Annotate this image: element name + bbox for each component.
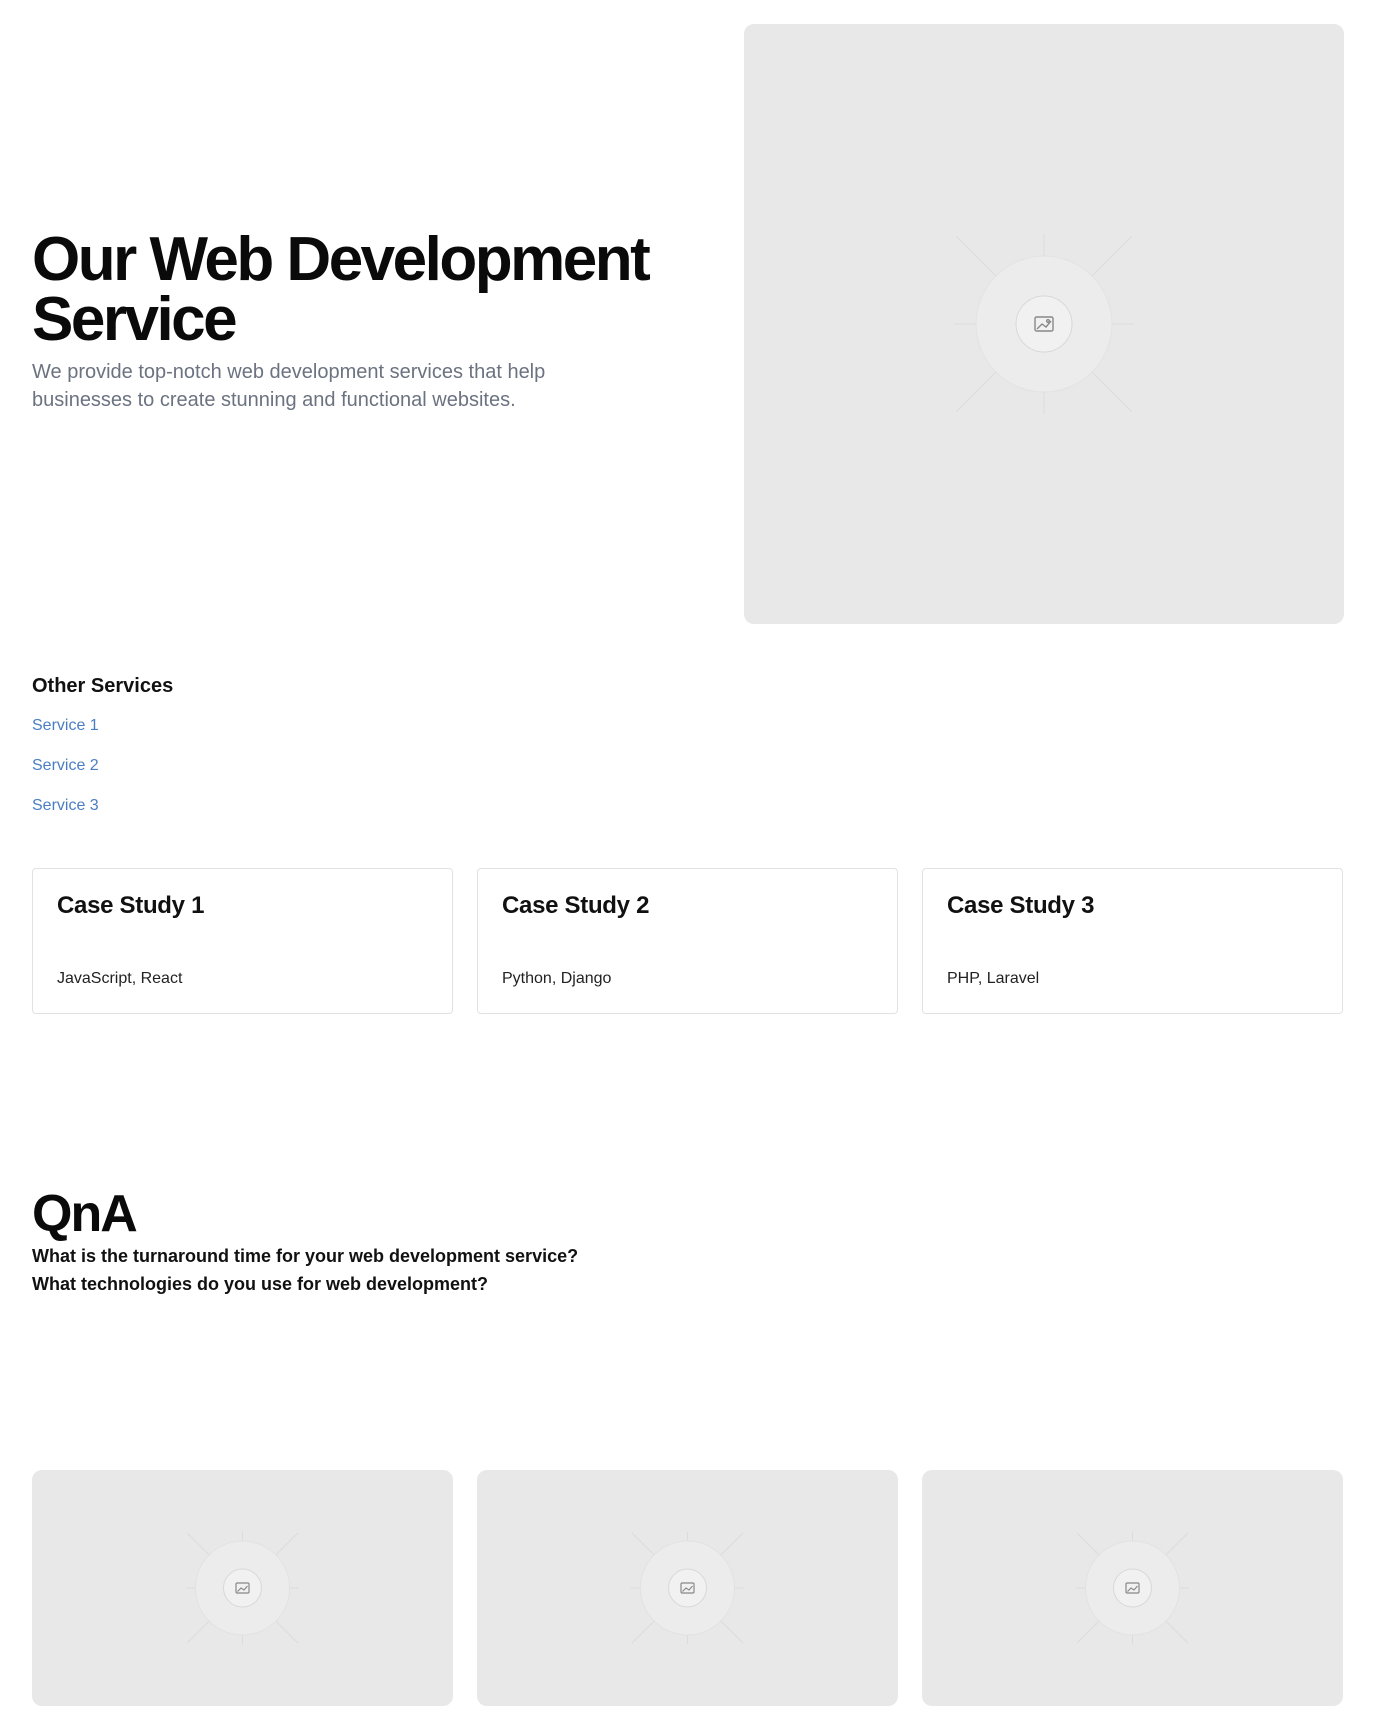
case-study-tech: PHP, Laravel: [947, 970, 1040, 987]
gallery-image-2: [477, 1470, 898, 1706]
case-study-title: Case Study 1: [57, 892, 205, 919]
image-placeholder-icon: [186, 1532, 299, 1644]
qna-title: QnA: [32, 1185, 138, 1243]
case-study-tech: Python, Django: [502, 970, 612, 987]
gallery-image-1: [32, 1470, 453, 1706]
case-study-card-1[interactable]: Case Study 1 JavaScript, React: [32, 868, 453, 1014]
hero-description: We provide top-notch web development ser…: [32, 361, 546, 411]
image-placeholder-icon: [631, 1532, 744, 1644]
case-study-card-2[interactable]: Case Study 2 Python, Django: [477, 868, 898, 1014]
qna-section: QnA What is the turnaround time for your…: [32, 1186, 832, 1298]
qna-question-1[interactable]: What is the turnaround time for your web…: [32, 1242, 832, 1270]
gallery-image-3: [922, 1470, 1343, 1706]
case-study-title: Case Study 3: [947, 892, 1095, 919]
hero-title: Our Web Development Service: [32, 225, 651, 354]
hero-image: [744, 24, 1344, 624]
service-link-1[interactable]: Service 1: [32, 714, 173, 738]
service-link-3[interactable]: Service 3: [32, 794, 173, 818]
case-studies: Case Study 1 JavaScript, React Case Stud…: [32, 868, 1344, 1014]
case-study-card-3[interactable]: Case Study 3 PHP, Laravel: [922, 868, 1343, 1014]
service-link-2[interactable]: Service 2: [32, 754, 173, 778]
image-gallery: [32, 1470, 1344, 1706]
other-services-title: Other Services: [32, 675, 174, 697]
hero-section: Our Web Development Service We provide t…: [32, 225, 692, 414]
case-study-tech: JavaScript, React: [57, 970, 183, 987]
image-placeholder-icon: [954, 234, 1134, 414]
case-study-title: Case Study 2: [502, 892, 650, 919]
other-services: Other Services Service 1 Service 2 Servi…: [32, 674, 173, 818]
page: Our Web Development Service We provide t…: [0, 0, 1376, 1731]
qna-question-2[interactable]: What technologies do you use for web dev…: [32, 1270, 832, 1298]
image-placeholder-icon: [1076, 1532, 1189, 1644]
